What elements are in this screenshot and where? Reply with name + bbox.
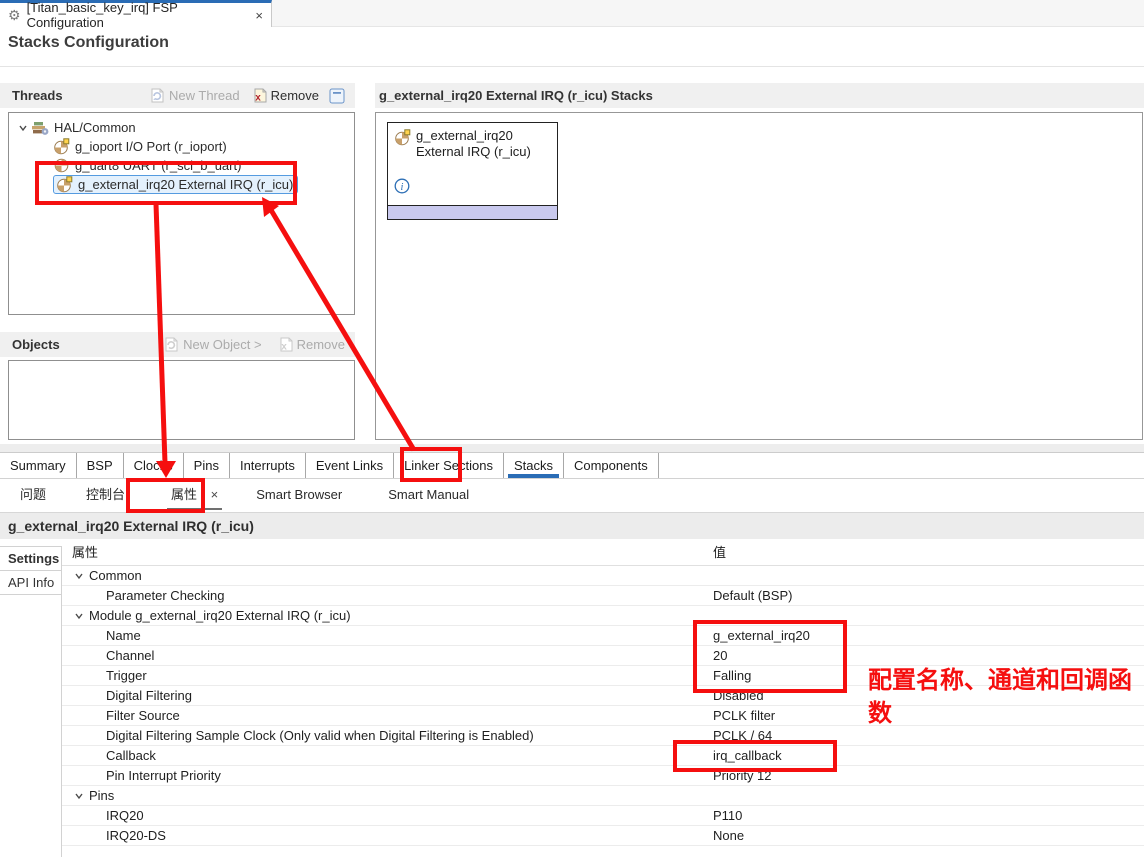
card-footer-bar [388,205,557,219]
hal-common-icon [31,120,49,136]
threads-panel-header: Threads New Thread x Remove [0,83,355,108]
tab-linker-sections[interactable]: Linker Sections [394,453,504,478]
properties-table-header: 属性 值 [62,539,1144,566]
remove-thread-label: Remove [271,88,319,103]
remove-object-label: Remove [297,337,345,352]
table-row[interactable]: Parameter CheckingDefault (BSP) [62,586,1144,606]
chevron-down-icon[interactable] [15,123,31,133]
tree-item-label: g_external_irq20 External IRQ (r_icu) [78,177,293,192]
fsp-configuration-window: ⚙ [Titan_basic_key_irq] FSP Configuratio… [0,0,1144,857]
objects-panel-header: Objects New Object > x Remove [0,332,355,357]
tab-components[interactable]: Components [564,453,659,478]
tab-summary[interactable]: Summary [0,453,77,478]
tab-clocks[interactable]: Clocks [124,453,184,478]
annotation-text: 配置名称、通道和回调函数 [868,664,1144,730]
stacks-panel-header: g_external_irq20 External IRQ (r_icu) St… [375,83,1144,108]
table-row[interactable]: Channel20 [62,646,1144,666]
selected-tree-item[interactable]: g_external_irq20 External IRQ (r_icu) [53,175,298,194]
tree-item-g-external-irq20[interactable]: g_external_irq20 External IRQ (r_icu) [9,175,354,194]
threads-tree-panel: HAL/Common g_ioport I/O Port (r_ioport) … [8,112,355,315]
table-row[interactable]: IRQ20P110 [62,806,1144,826]
properties-header: g_external_irq20 External IRQ (r_icu) [0,512,1144,539]
gear-icon: ⚙ [8,7,21,24]
tab-fsp-configuration[interactable]: ⚙ [Titan_basic_key_irq] FSP Configuratio… [0,0,272,27]
properties-title: g_external_irq20 External IRQ (r_icu) [8,518,254,534]
column-property: 属性 [62,545,98,560]
tab-console[interactable]: 控制台 [70,479,141,512]
new-object-icon [164,337,179,352]
tab-bsp[interactable]: BSP [77,453,124,478]
table-row[interactable]: Module g_external_irq20 External IRQ (r_… [62,606,1144,626]
stack-module-card[interactable]: g_external_irq20 External IRQ (r_icu) i [387,122,558,220]
new-object-label: New Object > [183,337,261,352]
svg-text:i: i [401,182,404,193]
threads-title: Threads [12,88,63,103]
config-tab-bar: Summary BSP Clocks Pins Interrupts Event… [0,452,1144,479]
table-row [62,846,1144,857]
tab-pins[interactable]: Pins [184,453,230,478]
tab-stacks[interactable]: Stacks [504,453,564,478]
objects-list-panel[interactable] [8,360,355,440]
svg-text:x: x [255,93,261,104]
tree-item-g-ioport[interactable]: g_ioport I/O Port (r_ioport) [9,137,354,156]
remove-object-icon: x [278,337,293,352]
table-row[interactable]: Callbackirq_callback [62,746,1144,766]
threads-tree: HAL/Common g_ioport I/O Port (r_ioport) … [9,113,354,194]
new-thread-icon [150,88,165,103]
editor-tab-title: [Titan_basic_key_irq] FSP Configuration [27,0,244,30]
tree-item-hal-common[interactable]: HAL/Common [9,118,354,137]
minimize-panel-icon[interactable] [329,88,345,104]
tab-interrupts[interactable]: Interrupts [230,453,306,478]
close-icon[interactable]: × [255,8,263,23]
card-module-type: External IRQ (r_icu) [416,144,531,159]
module-icon [394,129,411,160]
tree-item-label: HAL/Common [54,120,136,135]
tab-properties[interactable]: 属性 × [155,479,234,512]
table-row[interactable]: Nameg_external_irq20 [62,626,1144,646]
remove-icon: x [252,88,267,103]
tab-smart-manual[interactable]: Smart Manual [372,479,485,512]
sidebar-item-api-info[interactable]: API Info [0,571,62,595]
table-row[interactable]: Pins [62,786,1144,806]
tree-item-g-uart8[interactable]: g_uart8 UART (r_sci_b_uart) [9,156,354,175]
card-module-name: g_external_irq20 [416,128,513,143]
objects-title: Objects [12,337,60,352]
new-thread-button[interactable]: New Thread [150,88,240,103]
stacks-diagram-panel: g_external_irq20 External IRQ (r_icu) i [375,112,1143,440]
editor-tab-strip: ⚙ [Titan_basic_key_irq] FSP Configuratio… [0,0,1144,27]
table-row[interactable]: Common [62,566,1144,586]
remove-object-button[interactable]: x Remove [278,337,345,352]
module-icon [53,138,70,155]
new-object-button[interactable]: New Object > [164,337,261,352]
tab-properties-label: 属性 [171,487,197,502]
chevron-down-icon[interactable] [74,571,84,581]
view-tab-bar: 问题 控制台 属性 × Smart Browser Smart Manual [0,479,1144,512]
module-icon [56,176,73,193]
tab-problems[interactable]: 问题 [4,479,62,512]
chevron-down-icon[interactable] [74,791,84,801]
tree-item-label: g_uart8 UART (r_sci_b_uart) [75,158,241,173]
sidebar-item-settings[interactable]: Settings [0,547,62,571]
new-thread-label: New Thread [169,88,240,103]
stacks-panel-title: g_external_irq20 External IRQ (r_icu) St… [379,88,653,103]
close-icon[interactable]: × [211,487,219,502]
tab-event-links[interactable]: Event Links [306,453,394,478]
properties-sidebar: Settings API Info [0,539,62,857]
tab-smart-browser[interactable]: Smart Browser [240,479,358,512]
svg-text:x: x [281,342,287,353]
remove-thread-button[interactable]: x Remove [252,88,319,103]
column-value: 值 [713,539,726,566]
divider [0,66,1144,67]
page-title: Stacks Configuration [8,34,169,52]
table-row[interactable]: IRQ20-DSNone [62,826,1144,846]
tree-item-label: g_ioport I/O Port (r_ioport) [75,139,227,154]
spacer-band [0,444,1144,452]
module-icon [53,157,70,174]
table-row[interactable]: Pin Interrupt PriorityPriority 12 [62,766,1144,786]
chevron-down-icon[interactable] [74,611,84,621]
info-icon[interactable]: i [394,178,410,197]
